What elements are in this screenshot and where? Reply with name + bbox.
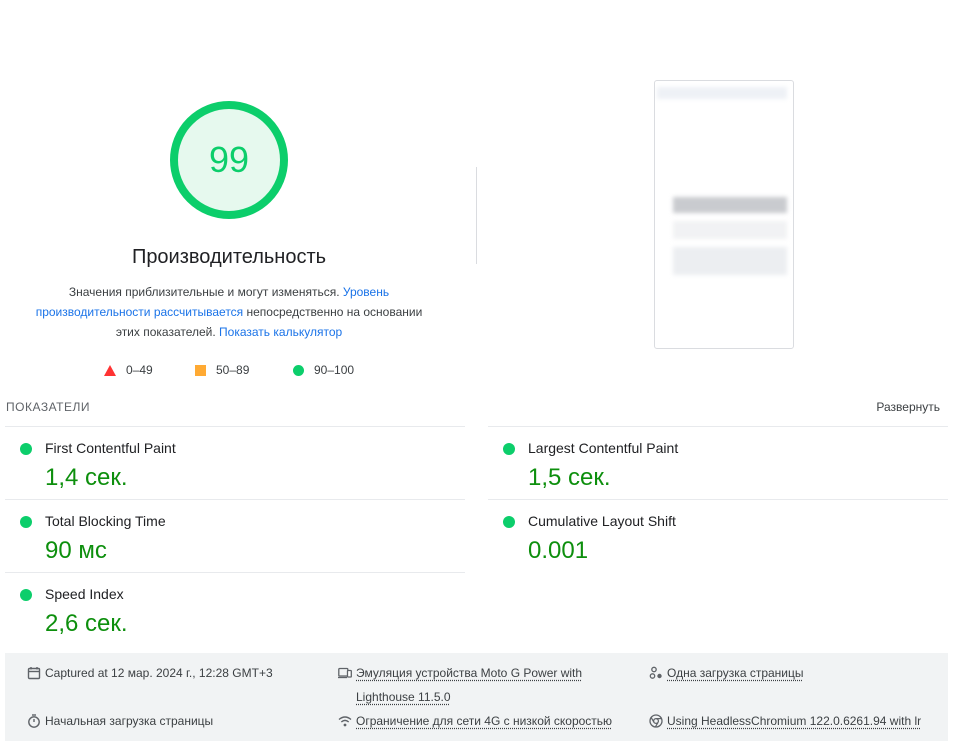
metric-divider	[5, 426, 465, 427]
metric-tbt: Total Blocking Time 90 мс	[5, 501, 465, 573]
pass-status-icon	[20, 516, 32, 528]
page-screenshot-thumbnail[interactable]	[654, 80, 794, 349]
pass-status-icon	[503, 443, 515, 455]
metric-title: Largest Contentful Paint	[528, 440, 679, 456]
metric-divider	[488, 499, 948, 500]
single-page-load[interactable]: Одна загрузка страницы	[649, 661, 804, 685]
metric-title: Speed Index	[45, 586, 124, 602]
score-value: 99	[208, 139, 250, 180]
metric-lcp: Largest Contentful Paint 1,5 сек.	[488, 428, 948, 500]
single-page-load-text: Одна загрузка страницы	[667, 666, 804, 680]
legend-item-pass: 90–100	[293, 362, 354, 378]
initial-page-load: Начальная загрузка страницы	[27, 709, 213, 733]
initial-page-load-text: Начальная загрузка страницы	[45, 714, 214, 728]
metric-value: 1,5 сек.	[528, 464, 611, 491]
score-description: Значения приблизительные и могут изменят…	[28, 282, 430, 342]
metric-value: 1,4 сек.	[45, 464, 128, 491]
blurred-header	[657, 87, 787, 99]
device-emulation-text-2: Lighthouse 11.5.0	[356, 690, 451, 704]
square-icon	[195, 365, 206, 377]
blurred-heading	[673, 197, 787, 213]
metrics-section-title: ПОКАЗАТЕЛИ	[6, 400, 90, 414]
metric-divider	[5, 572, 465, 573]
legend-range: 90–100	[314, 363, 355, 377]
triangle-icon	[104, 365, 116, 377]
runtime-settings: Captured at 12 мар. 2024 г., 12:28 GMT+3…	[5, 653, 948, 741]
browser-version[interactable]: Using HeadlessChromium 122.0.6261.94 wit…	[649, 709, 921, 733]
network-throttling-text: Ограничение для сети 4G с низкой скорост…	[356, 714, 613, 728]
metric-title: Total Blocking Time	[45, 513, 166, 529]
metric-fcp: First Contentful Paint 1,4 сек.	[5, 428, 465, 500]
legend-item-average: 50–89	[195, 362, 249, 378]
gauge-title: Производительность	[131, 246, 327, 268]
legend-range: 50–89	[216, 363, 250, 377]
metric-value: 0.001	[528, 537, 589, 564]
chrome-icon	[649, 714, 663, 728]
legend-item-fail: 0–49	[104, 362, 153, 378]
single-run-icon	[649, 666, 662, 679]
circle-icon	[293, 365, 304, 377]
metric-divider	[488, 426, 948, 427]
device-emulation-text: Эмуляция устройства Moto G Power with	[356, 666, 583, 680]
network-throttling[interactable]: Ограничение для сети 4G с низкой скорост…	[338, 709, 612, 733]
captured-at-text: Captured at 12 мар. 2024 г., 12:28 GMT+3	[45, 666, 273, 680]
performance-gauge[interactable]: 99	[169, 100, 289, 220]
metric-value: 2,6 сек.	[45, 610, 128, 637]
metric-speed-index: Speed Index 2,6 сек.	[5, 574, 465, 646]
metric-value: 90 мс	[45, 537, 107, 564]
show-calculator-link[interactable]: Показать калькулятор	[219, 325, 342, 339]
pass-status-icon	[503, 516, 515, 528]
vertical-divider	[476, 167, 477, 264]
legend-range: 0–49	[126, 363, 153, 377]
blurred-block	[673, 247, 787, 275]
device-emulation[interactable]: Эмуляция устройства Moto G Power with Li…	[338, 661, 582, 709]
captured-at: Captured at 12 мар. 2024 г., 12:28 GMT+3	[27, 661, 273, 685]
description-text: Значения приблизительные и могут изменят…	[68, 285, 343, 299]
pass-status-icon	[20, 443, 32, 455]
metric-title: Cumulative Layout Shift	[528, 513, 676, 529]
device-icon	[338, 667, 352, 679]
metric-title: First Contentful Paint	[45, 440, 176, 456]
expand-metrics-button[interactable]: Развернуть	[876, 400, 940, 414]
pass-status-icon	[20, 589, 32, 601]
calendar-icon	[27, 667, 41, 680]
network-icon	[338, 716, 352, 727]
browser-version-text: Using HeadlessChromium 122.0.6261.94 wit…	[667, 714, 922, 728]
metric-cls: Cumulative Layout Shift 0.001	[488, 501, 948, 573]
timer-icon	[28, 714, 40, 728]
metric-divider	[5, 499, 465, 500]
blurred-line	[673, 221, 787, 239]
